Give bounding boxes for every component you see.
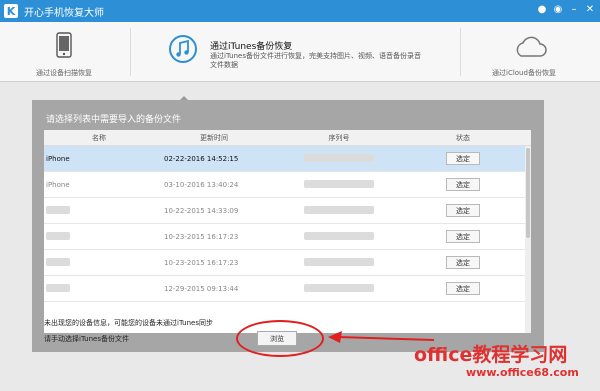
row-time: 10-23-2015 16:17:23	[164, 258, 239, 267]
close-icon[interactable]: ✕	[584, 4, 596, 16]
mode-itunes-backup[interactable]: 通过iTunes备份恢复 通过iTunes备份文件进行恢复，完美支持图片、视频、…	[160, 22, 440, 82]
table-row[interactable]: 10-23-2015 16:17:23 选定	[44, 250, 531, 276]
column-header-name: 名称	[92, 133, 106, 142]
chat-icon[interactable]: ◉	[552, 4, 564, 16]
table-header: 名称 更新时间 序列号 状态	[44, 130, 531, 146]
mode-device-scan[interactable]: 通过设备扫描恢复	[14, 22, 134, 82]
app-title: 开心手机恢复大师	[24, 7, 104, 19]
mode-bar: 通过设备扫描恢复 通过iTunes备份恢复 通过iTunes备份文件进行恢复，完…	[0, 22, 600, 104]
select-button[interactable]: 选定	[446, 282, 480, 295]
mode-device-label: 通过设备扫描恢复	[36, 69, 92, 77]
table-scrollbar[interactable]	[525, 146, 531, 333]
mode-icloud-label: 通过iCloud备份恢复	[492, 69, 556, 77]
wechat-icon[interactable]: ●	[536, 4, 548, 16]
manual-select-text: 请手动选择iTunes备份文件	[44, 335, 129, 343]
row-time: 03-10-2016 13:40:24	[164, 180, 239, 189]
row-serial-redacted	[274, 205, 404, 216]
cloud-icon	[516, 36, 547, 57]
row-name-redacted	[44, 257, 154, 268]
row-serial-redacted	[274, 153, 404, 164]
divider	[130, 28, 131, 76]
mode-itunes-title: 通过iTunes备份恢复	[210, 42, 293, 52]
row-name-redacted	[44, 283, 154, 294]
row-name: iPhone	[46, 180, 70, 189]
table-row[interactable]: 10-23-2015 16:17:23 选定	[44, 224, 531, 250]
select-button[interactable]: 选定	[446, 256, 480, 269]
panel-title: 请选择列表中需要导入的备份文件	[46, 115, 182, 125]
minimize-icon[interactable]: –	[568, 4, 580, 16]
row-name: iPhone	[46, 154, 70, 163]
select-button[interactable]: 选定	[446, 230, 480, 243]
table-row[interactable]: iPhone 03-10-2016 13:40:24 选定	[44, 172, 531, 198]
table-row[interactable]: iPhone 02-22-2016 14:52:15 选定	[44, 146, 531, 172]
mode-icloud-backup[interactable]: 通过iCloud备份恢复	[488, 22, 598, 82]
select-button[interactable]: 选定	[446, 152, 480, 165]
column-header-status: 状态	[456, 133, 470, 142]
row-serial-redacted	[274, 257, 404, 268]
row-time: 10-22-2015 14:33:09	[164, 206, 239, 215]
table-row[interactable]: 10-22-2015 14:33:09 选定	[44, 198, 531, 224]
row-name-redacted	[44, 231, 154, 242]
select-button[interactable]: 选定	[446, 204, 480, 217]
annotation-ellipse	[236, 320, 324, 357]
select-button[interactable]: 选定	[446, 178, 480, 191]
watermark-url: www.office68.com	[466, 366, 579, 379]
row-time: 02-22-2016 14:52:15	[164, 154, 239, 163]
app-logo: K	[4, 4, 18, 18]
row-time: 12-29-2015 09:13:44	[164, 284, 239, 293]
window-controls: ● ◉ – ✕	[536, 4, 596, 16]
title-bar: K 开心手机恢复大师 ● ◉ – ✕	[0, 0, 600, 22]
mode-itunes-desc: 通过iTunes备份文件进行恢复，完美支持图片、视频、语音备份录音文件数据	[210, 52, 421, 69]
row-time: 10-23-2015 16:17:23	[164, 232, 239, 241]
notice-text: 未出现您的设备信息，可能您的设备未通过iTunes同步	[44, 319, 213, 327]
table-row[interactable]: 12-29-2015 09:13:44 选定	[44, 276, 531, 302]
backup-table: 名称 更新时间 序列号 状态 iPhone 02-22-2016 14:52:1…	[44, 130, 531, 333]
row-serial-redacted	[274, 231, 404, 242]
watermark-text: office教程学习网	[414, 344, 568, 366]
row-serial-redacted	[274, 283, 404, 294]
music-note-icon	[169, 35, 197, 63]
backup-panel: 请选择列表中需要导入的备份文件 名称 更新时间 序列号 状态 iPhone 02…	[32, 100, 544, 352]
row-name-redacted	[44, 205, 154, 216]
column-header-serial: 序列号	[328, 133, 350, 142]
divider	[460, 28, 461, 76]
row-serial-redacted	[274, 179, 404, 190]
phone-icon	[56, 32, 72, 58]
column-header-time: 更新时间	[200, 133, 228, 142]
scrollbar-thumb[interactable]	[526, 148, 530, 238]
